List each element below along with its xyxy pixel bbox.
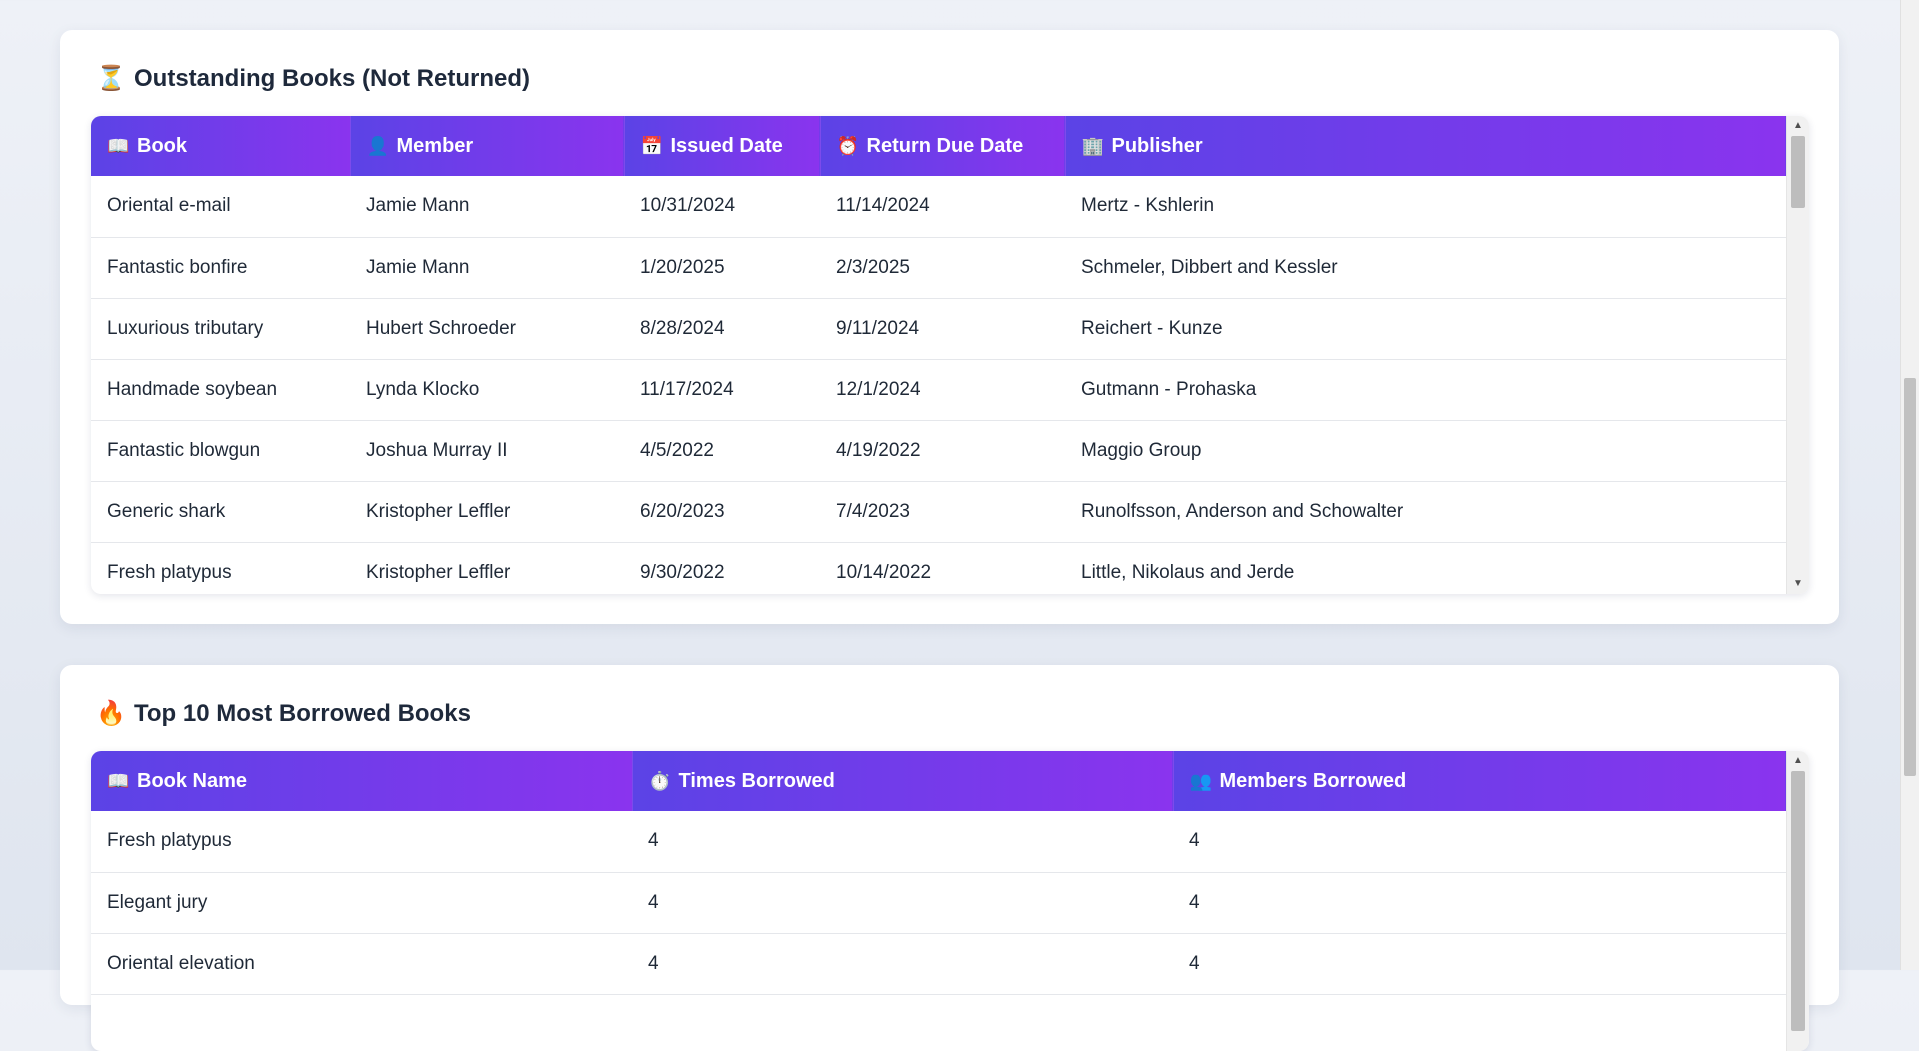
cell-publisher: Maggio Group: [1081, 439, 1202, 461]
outstanding-books-title-text: Outstanding Books (Not Returned): [134, 64, 530, 92]
table-row: Elegant jury 4 4: [91, 872, 1787, 933]
scrollbar-thumb[interactable]: [1791, 136, 1805, 208]
stopwatch-icon: ⏱️: [648, 770, 671, 791]
cell-book: Fresh platypus: [107, 561, 232, 583]
column-header-times-borrowed[interactable]: ⏱️ Times Borrowed: [632, 751, 1174, 811]
page-scrollbar-thumb[interactable]: [1904, 378, 1916, 776]
cell-book: Luxurious tributary: [107, 317, 264, 339]
column-header-book-name[interactable]: 📖 Book Name: [91, 751, 633, 811]
cell-book-name: Elegant jury: [107, 891, 208, 913]
person-icon: 👤: [366, 135, 389, 156]
table-row: Fantastic blowgun Joshua Murray II 4/5/2…: [91, 420, 1787, 481]
cell-publisher: Little, Nikolaus and Jerde: [1081, 561, 1295, 583]
cell-issued-date: 10/31/2024: [640, 195, 736, 217]
cell-publisher: Runolfsson, Anderson and Schowalter: [1081, 500, 1404, 522]
column-header-book[interactable]: 📖 Book: [91, 116, 351, 176]
table-row: Fresh platypus Kristopher Leffler 9/30/2…: [91, 542, 1787, 594]
cell-issued-date: 8/28/2024: [640, 317, 725, 339]
cell-member: Kristopher Leffler: [366, 500, 511, 522]
cell-book: Handmade soybean: [107, 378, 278, 400]
cell-book: Fantastic blowgun: [107, 439, 261, 461]
table-row: Oriental elevation 4 4: [91, 933, 1787, 994]
outstanding-books-card: ⏳ Outstanding Books (Not Returned) 📖 Book…: [60, 30, 1839, 624]
top-borrowed-books-title-text: Top 10 Most Borrowed Books: [134, 699, 471, 727]
cell-members-borrowed: 4: [1189, 830, 1200, 852]
cell-return-due-date: 10/14/2022: [836, 561, 932, 583]
cell-publisher: Gutmann - Prohaska: [1081, 378, 1257, 400]
top-borrowed-table: 📖 Book Name ⏱️ Times Borrowed 👥 Members Bor…: [91, 751, 1787, 995]
cell-member: Jamie Mann: [366, 256, 470, 278]
cell-issued-date: 1/20/2025: [640, 256, 725, 278]
cell-return-due-date: 9/11/2024: [836, 317, 920, 339]
outstanding-table-scrollbar[interactable]: ▲ ▼: [1786, 116, 1809, 594]
cell-return-due-date: 2/3/2025: [836, 256, 910, 278]
cell-member: Lynda Klocko: [366, 378, 480, 400]
cell-book-name: Fresh platypus: [107, 830, 232, 852]
table-row: Luxurious tributary Hubert Schroeder 8/2…: [91, 298, 1787, 359]
top-borrowed-table-scrollbar[interactable]: ▲: [1786, 751, 1809, 1051]
column-header-publisher[interactable]: 🏢 Publisher: [1065, 116, 1787, 176]
cell-member: Kristopher Leffler: [366, 561, 511, 583]
table-row: Oriental e-mail Jamie Mann 10/31/2024 11…: [91, 176, 1787, 237]
cell-book-name: Oriental elevation: [107, 952, 255, 974]
hourglass-icon: ⏳: [96, 65, 126, 92]
fire-icon: 🔥: [96, 700, 126, 727]
cell-issued-date: 4/5/2022: [640, 439, 714, 461]
table-row: Fantastic bonfire Jamie Mann 1/20/2025 2…: [91, 237, 1787, 298]
cell-times-borrowed: 4: [648, 891, 659, 913]
table-row: Fresh platypus 4 4: [91, 811, 1787, 872]
cell-return-due-date: 7/4/2023: [836, 500, 910, 522]
cell-member: Jamie Mann: [366, 195, 470, 217]
cell-member: Hubert Schroeder: [366, 317, 516, 339]
calendar-icon: 📅: [640, 135, 663, 156]
cell-book: Oriental e-mail: [107, 195, 231, 217]
outstanding-books-table: 📖 Book 👤 Member 📅 Issued Date ⏰ Return Due D…: [91, 116, 1787, 594]
table-row: Generic shark Kristopher Leffler 6/20/20…: [91, 481, 1787, 542]
book-icon: 📖: [107, 135, 130, 156]
cell-issued-date: 6/20/2023: [640, 500, 725, 522]
top-borrowed-books-card: 🔥 Top 10 Most Borrowed Books 📖 Book Name …: [60, 665, 1839, 1051]
book-icon: 📖: [107, 770, 130, 791]
cell-book: Generic shark: [107, 500, 226, 522]
cell-publisher: Mertz - Kshlerin: [1081, 195, 1215, 217]
cell-times-borrowed: 4: [648, 830, 659, 852]
outstanding-books-table-container[interactable]: 📖 Book 👤 Member 📅 Issued Date ⏰ Return Due D…: [91, 116, 1809, 594]
scroll-up-arrow-icon[interactable]: ▲: [1787, 751, 1809, 771]
column-header-issued-date[interactable]: 📅 Issued Date: [624, 116, 821, 176]
outstanding-books-title: ⏳ Outstanding Books (Not Returned): [96, 64, 530, 93]
column-header-return-due-date[interactable]: ⏰ Return Due Date: [820, 116, 1066, 176]
column-header-member[interactable]: 👤 Member: [350, 116, 625, 176]
page-scrollbar[interactable]: [1900, 0, 1919, 970]
table-header-row: 📖 Book 👤 Member 📅 Issued Date ⏰ Return Due D…: [91, 116, 1787, 176]
cell-return-due-date: 4/19/2022: [836, 439, 921, 461]
scrollbar-thumb[interactable]: [1791, 771, 1805, 1031]
cell-issued-date: 11/17/2024: [640, 378, 734, 400]
cell-times-borrowed: 4: [648, 952, 659, 974]
cell-book: Fantastic bonfire: [107, 256, 248, 278]
scroll-down-arrow-icon[interactable]: ▼: [1787, 574, 1809, 594]
people-icon: 👥: [1189, 770, 1212, 791]
cell-publisher: Reichert - Kunze: [1081, 317, 1223, 339]
cell-members-borrowed: 4: [1189, 891, 1200, 913]
cell-members-borrowed: 4: [1189, 952, 1200, 974]
column-header-members-borrowed[interactable]: 👥 Members Borrowed: [1173, 751, 1787, 811]
top-borrowed-books-title: 🔥 Top 10 Most Borrowed Books: [96, 699, 471, 728]
cell-issued-date: 9/30/2022: [640, 561, 725, 583]
alarm-clock-icon: ⏰: [836, 135, 859, 156]
cell-return-due-date: 11/14/2024: [836, 195, 930, 217]
table-header-row: 📖 Book Name ⏱️ Times Borrowed 👥 Members Bor…: [91, 751, 1787, 811]
scroll-up-arrow-icon[interactable]: ▲: [1787, 116, 1809, 136]
building-icon: 🏢: [1081, 135, 1104, 156]
table-row: Handmade soybean Lynda Klocko 11/17/2024…: [91, 359, 1787, 420]
cell-member: Joshua Murray II: [366, 439, 508, 461]
top-borrowed-table-container[interactable]: 📖 Book Name ⏱️ Times Borrowed 👥 Members Bor…: [91, 751, 1809, 1051]
cell-return-due-date: 12/1/2024: [836, 378, 921, 400]
cell-publisher: Schmeler, Dibbert and Kessler: [1081, 256, 1338, 278]
